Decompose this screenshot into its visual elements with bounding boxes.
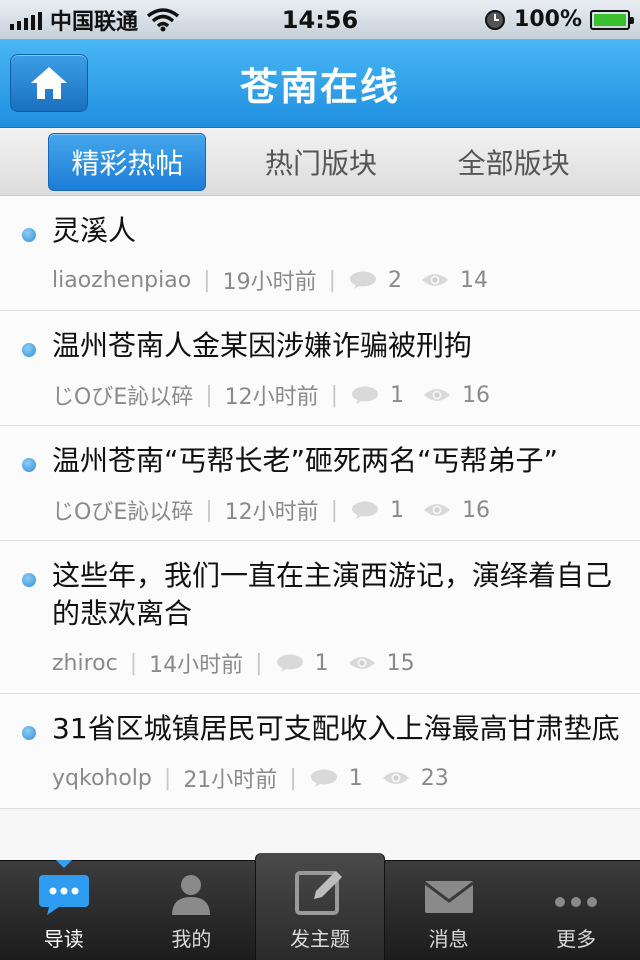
meta-separator: | (255, 650, 263, 676)
post-meta: じOびE訫以碎 | 12小时前 | 1 16 (52, 494, 626, 526)
meta-separator: | (129, 650, 138, 676)
bullet-icon (22, 458, 36, 472)
post-meta: yqkoholp | 21小时前 | 1 23 (52, 762, 626, 794)
tab-popular-boards[interactable]: 热门版块 (243, 134, 399, 190)
reply-count: 1 (314, 650, 329, 676)
post-title: 这些年，我们一直在主演西游记，演绎着自己的悲欢离合 (52, 559, 613, 630)
chat-bubble-icon (38, 875, 89, 915)
user-icon (172, 875, 211, 915)
eye-icon (422, 274, 448, 286)
clock-icon (485, 9, 506, 30)
bullet-icon (22, 573, 36, 587)
post-author: zhiroc (52, 650, 118, 676)
tab-all-boards[interactable]: 全部版块 (436, 134, 592, 190)
post-title: 温州苍南人金某因涉嫌诈骗被刑拘 (52, 329, 473, 362)
app-header: 苍南在线 (0, 40, 640, 128)
reply-count: 1 (348, 765, 363, 791)
compose-icon (294, 871, 342, 915)
post-author: じOびE訫以碎 (52, 385, 194, 410)
reply-count: 1 (390, 382, 405, 408)
signal-icon (10, 10, 42, 30)
post-author: liaozhenpiao (52, 267, 192, 293)
tabbar-item-messages[interactable]: 消息 (385, 861, 513, 960)
post-meta: liaozhenpiao | 19小时前 | 2 14 (52, 264, 626, 296)
post-time: 21小时前 (183, 768, 278, 793)
eye-icon (348, 657, 375, 669)
more-dots-icon (555, 897, 598, 907)
tabbar-label: 发主题 (289, 927, 350, 951)
post-item[interactable]: 这些年，我们一直在主演西游记，演绎着自己的悲欢离合 zhiroc | 14小时前… (0, 541, 640, 694)
eye-icon (424, 389, 451, 401)
post-item[interactable]: 灵溪人 liaozhenpiao | 19小时前 | 2 14 (0, 196, 640, 311)
meta-separator: | (330, 497, 339, 523)
battery-fill (594, 13, 626, 26)
reply-bubble-icon (352, 501, 379, 519)
post-title: 31省区城镇居民可支配收入上海最高甘肃垫底 (52, 712, 620, 745)
bullet-icon (22, 726, 36, 740)
post-time: 12小时前 (224, 385, 319, 410)
reply-count: 2 (388, 267, 402, 293)
post-list: 灵溪人 liaozhenpiao | 19小时前 | 2 14 温州苍南人金某因… (0, 196, 640, 860)
wifi-icon (146, 7, 180, 31)
eye-icon (424, 504, 451, 516)
tab-hot-posts[interactable]: 精彩热帖 (48, 132, 207, 191)
post-author: yqkoholp (52, 765, 152, 791)
post-title: 温州苍南“丐帮长老”砸死两名“丐帮弟子” (52, 444, 559, 477)
reply-bubble-icon (352, 386, 379, 404)
battery-icon (590, 9, 634, 30)
meta-separator: | (205, 382, 213, 408)
reply-bubble-icon (276, 654, 303, 672)
tabbar-label: 更多 (556, 927, 597, 951)
status-left: 中国联通 (10, 4, 180, 36)
eye-icon (382, 772, 409, 784)
status-bar: 中国联通 14:56 100% (0, 0, 640, 40)
active-indicator (55, 860, 72, 868)
post-author: じOびE訫以碎 (52, 500, 194, 525)
post-time: 19小时前 (222, 270, 317, 295)
bottom-tabbar: 导读 我的 发主题 消息 更多 (0, 853, 640, 960)
meta-separator: | (205, 497, 213, 523)
reply-bubble-icon (310, 769, 337, 787)
home-icon (31, 67, 67, 99)
segment-tabs: 精彩热帖 热门版块 全部版块 (0, 128, 640, 196)
post-meta: zhiroc | 14小时前 | 1 15 (52, 647, 626, 679)
post-meta: じOびE訫以碎 | 12小时前 | 1 16 (52, 379, 626, 411)
post-time: 12小时前 (224, 500, 319, 525)
home-button[interactable] (10, 54, 88, 112)
view-count: 16 (462, 497, 491, 523)
tabbar-label: 消息 (428, 927, 469, 951)
tabbar-item-compose[interactable]: 发主题 (255, 853, 385, 960)
battery-percent: 100% (514, 7, 582, 32)
post-item[interactable]: 温州苍南“丐帮长老”砸死两名“丐帮弟子” じOびE訫以碎 | 12小时前 | 1… (0, 426, 640, 541)
view-count: 16 (462, 382, 491, 408)
bullet-icon (22, 343, 36, 357)
post-time: 14小时前 (149, 653, 244, 678)
reply-bubble-icon (350, 271, 376, 289)
tabbar-item-guide[interactable]: 导读 (0, 860, 128, 960)
tabbar-label: 我的 (171, 927, 212, 951)
bullet-icon (22, 228, 36, 242)
carrier-label: 中国联通 (50, 9, 139, 35)
status-right: 100% (484, 7, 634, 32)
tabbar-item-mine[interactable]: 我的 (128, 861, 256, 960)
envelope-icon (423, 881, 474, 913)
post-item[interactable]: 温州苍南人金某因涉嫌诈骗被刑拘 じOびE訫以碎 | 12小时前 | 1 16 (0, 311, 640, 426)
post-title: 灵溪人 (52, 214, 137, 247)
meta-separator: | (328, 267, 336, 293)
meta-separator: | (330, 382, 339, 408)
page-title: 苍南在线 (239, 65, 400, 109)
meta-separator: | (203, 267, 211, 293)
view-count: 14 (460, 267, 488, 293)
view-count: 15 (386, 650, 415, 676)
tabbar-label: 导读 (43, 927, 84, 951)
tabbar-item-more[interactable]: 更多 (512, 861, 640, 960)
meta-separator: | (289, 765, 297, 791)
reply-count: 1 (390, 497, 405, 523)
view-count: 23 (420, 765, 449, 791)
meta-separator: | (163, 765, 172, 791)
post-item[interactable]: 31省区城镇居民可支配收入上海最高甘肃垫底 yqkoholp | 21小时前 |… (0, 694, 640, 809)
